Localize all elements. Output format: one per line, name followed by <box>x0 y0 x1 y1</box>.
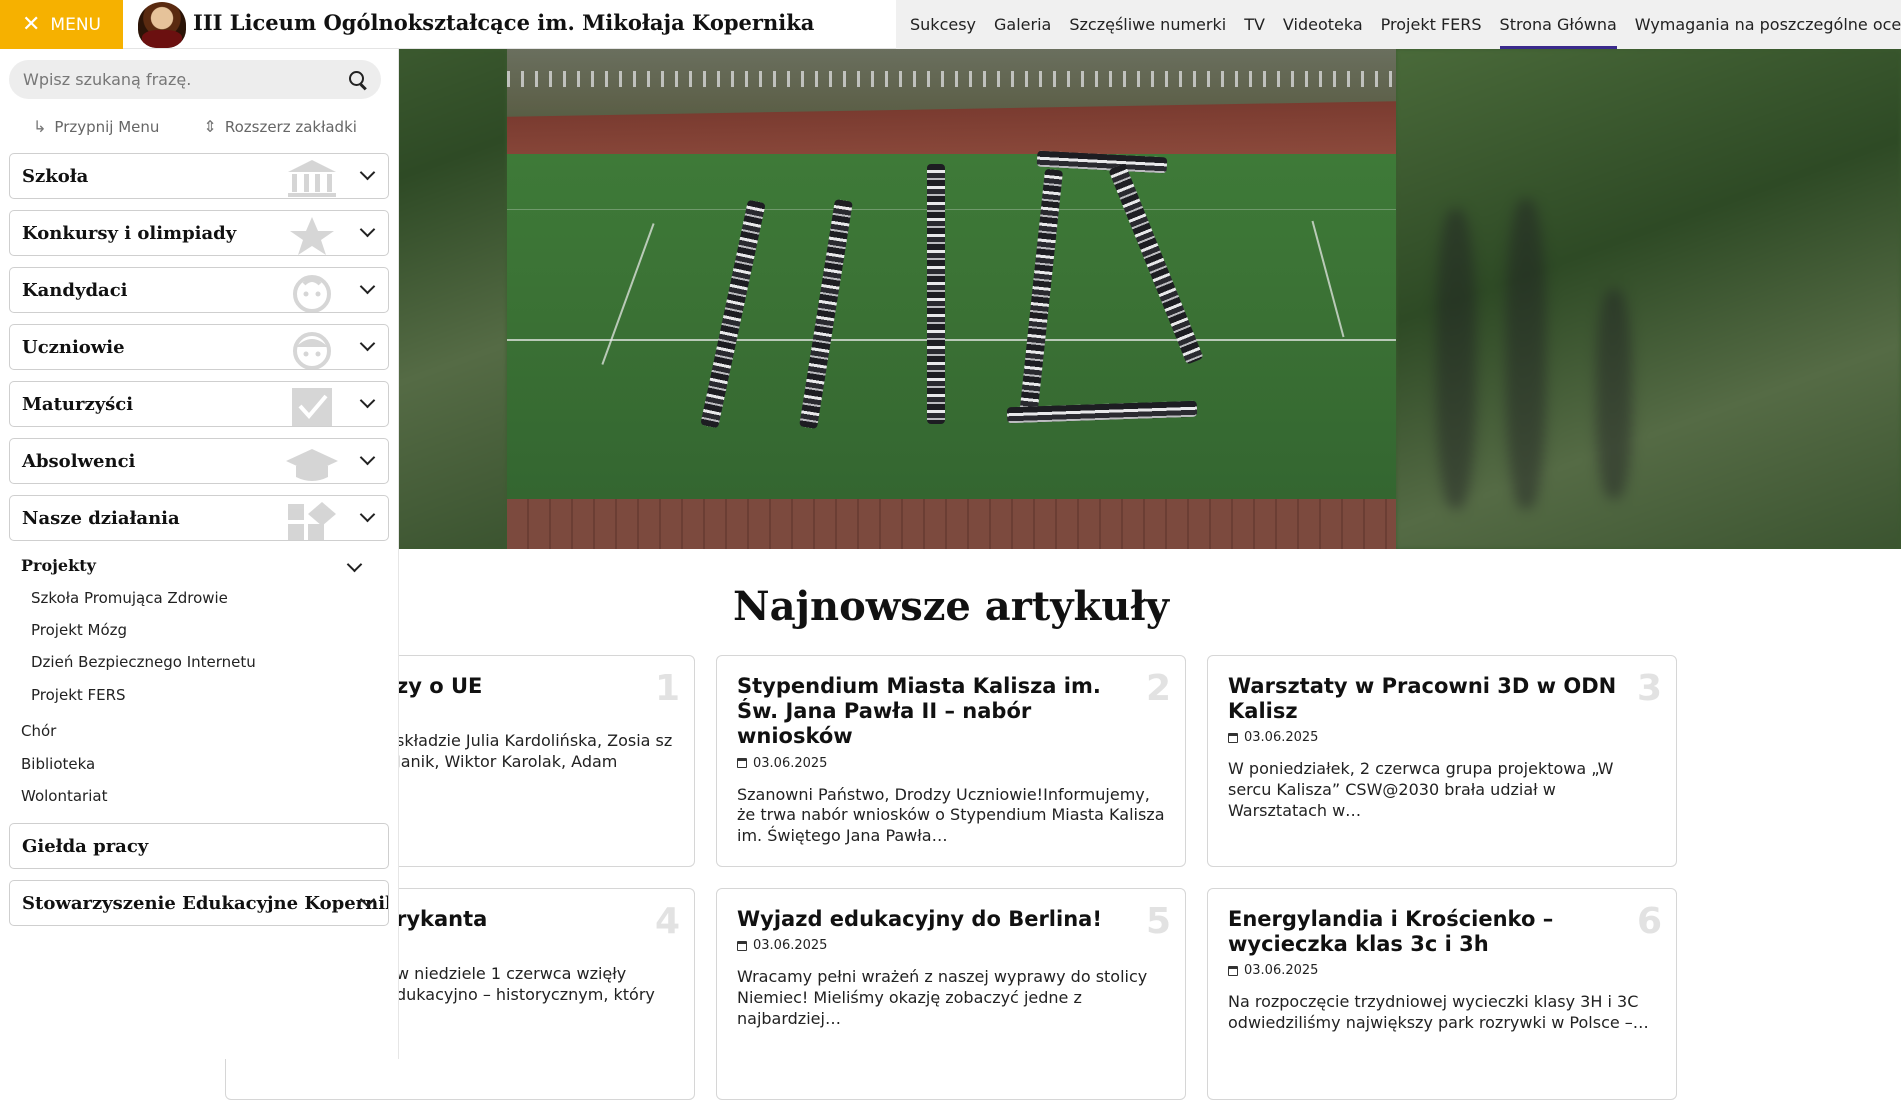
graduation-cap-icon <box>286 449 338 481</box>
article-card[interactable]: 3 Warsztaty w Pracowni 3D w ODN Kalisz 0… <box>1207 655 1677 867</box>
submenu-item[interactable]: Dzień Bezpiecznego Internetu <box>31 653 256 671</box>
nav-link-sukcesy[interactable]: Sukcesy <box>910 0 976 49</box>
hero-photo <box>507 49 1396 549</box>
article-date: 03.06.2025 <box>737 756 1165 771</box>
chevron-down-icon <box>347 559 361 573</box>
expand-tabs-button[interactable]: ⇕ Rozszerz zakładki <box>203 117 357 136</box>
article-number: 3 <box>1636 668 1662 709</box>
calendar-icon <box>1228 965 1238 976</box>
menu-toggle-button[interactable]: ✕ MENU <box>0 0 123 49</box>
hero-blur-right <box>1396 49 1901 549</box>
school-name[interactable]: III Liceum Ogólnokształcące im. Mikołaja… <box>193 10 814 35</box>
menu-link-wolontariat[interactable]: Wolontariat <box>21 787 107 805</box>
menu-link-chor[interactable]: Chór <box>21 722 56 740</box>
close-icon: ✕ <box>21 11 41 37</box>
child-face-icon <box>293 275 331 312</box>
chevron-down-icon <box>360 395 374 409</box>
side-menu: ↳Przypnij Menu ⇕Rozszerz zakładki Szkoła… <box>0 49 399 1059</box>
article-excerpt: Wracamy pełni wrażeń z naszej wyprawy do… <box>737 967 1148 1028</box>
menu-label: MENU <box>50 14 101 35</box>
search-bar <box>9 60 381 99</box>
menu-category-kandydaci[interactable]: Kandydaci <box>9 267 389 313</box>
chevron-down-icon <box>360 509 374 523</box>
nav-link-strona-glowna[interactable]: Strona Główna <box>1499 0 1618 49</box>
article-number: 5 <box>1145 901 1171 942</box>
checkbox-icon <box>292 388 332 426</box>
menu-category-absolwenci[interactable]: Absolwenci <box>9 438 389 484</box>
calendar-icon <box>737 940 747 951</box>
article-date: 03.06.2025 <box>1228 963 1656 978</box>
menu-category-szkola[interactable]: Szkoła <box>9 153 389 199</box>
menu-category-maturzysci[interactable]: Maturzyści <box>9 381 389 427</box>
chevron-down-icon <box>360 224 374 238</box>
chevron-down-icon <box>360 167 374 181</box>
article-card[interactable]: 2 Stypendium Miasta Kalisza im. Św. Jana… <box>716 655 1186 867</box>
school-logo[interactable] <box>138 2 186 48</box>
submenu-item[interactable]: Szkoła Promująca Zdrowie <box>31 589 228 607</box>
chevron-down-icon <box>360 338 374 352</box>
article-title[interactable]: Warsztaty w Pracowni 3D w ODN Kalisz <box>1228 674 1656 724</box>
submenu-heading-projekty[interactable]: Projekty <box>21 556 369 575</box>
menu-category-gielda-pracy[interactable]: Giełda pracy <box>9 823 389 869</box>
pin-menu-button[interactable]: ↳ Przypnij Menu <box>33 117 159 136</box>
menu-category-nasze-dzialania[interactable]: Nasze działania <box>9 495 389 541</box>
article-card[interactable]: 5 Wyjazd edukacyjny do Berlina! 03.06.20… <box>716 888 1186 1100</box>
article-number: 1 <box>654 668 680 709</box>
section-title: Najnowsze artykuły <box>733 583 1169 630</box>
pin-arrow-icon: ↳ <box>33 117 47 136</box>
article-title[interactable]: Energylandia i Krościenko – wycieczka kl… <box>1228 907 1656 957</box>
top-bar: ✕ MENU III Liceum Ogólnokształcące im. M… <box>0 0 1901 49</box>
student-face-icon <box>293 332 331 369</box>
nav-link-tv[interactable]: TV <box>1244 0 1265 49</box>
building-icon <box>288 160 336 197</box>
article-date: 03.06.2025 <box>737 938 1165 953</box>
article-number: 2 <box>1145 668 1171 709</box>
chevron-down-icon <box>360 281 374 295</box>
menu-link-biblioteka[interactable]: Biblioteka <box>21 755 95 773</box>
submenu-item[interactable]: Projekt FERS <box>31 686 126 704</box>
search-icon[interactable] <box>349 70 367 89</box>
article-excerpt: W poniedziałek, 2 czerwca grupa projekto… <box>1228 759 1614 820</box>
article-card[interactable]: 6 Energylandia i Krościenko – wycieczka … <box>1207 888 1677 1100</box>
expand-icon: ⇕ <box>203 117 217 136</box>
nav-link-wymagania[interactable]: Wymagania na poszczególne oceny <box>1635 0 1901 49</box>
article-date: 03.06.2025 <box>1228 730 1656 745</box>
menu-category-stowarzyszenie[interactable]: Stowarzyszenie Edukacyjne Kopernik <box>9 880 389 926</box>
chevron-down-icon <box>360 452 374 466</box>
menu-category-uczniowie[interactable]: Uczniowie <box>9 324 389 370</box>
chevron-down-icon <box>360 894 374 908</box>
nav-link-szczesliwe-numerki[interactable]: Szczęśliwe numerki <box>1069 0 1226 49</box>
star-icon <box>290 217 334 255</box>
article-number: 4 <box>654 901 680 942</box>
nav-link-projekt-fers[interactable]: Projekt FERS <box>1381 0 1482 49</box>
menu-category-konkursy[interactable]: Konkursy i olimpiady <box>9 210 389 256</box>
calendar-icon <box>1228 732 1238 743</box>
shapes-icon <box>288 502 336 540</box>
article-title[interactable]: Wyjazd edukacyjny do Berlina! <box>737 907 1165 932</box>
nav-link-videoteka[interactable]: Videoteka <box>1283 0 1363 49</box>
top-navigation: Sukcesy Galeria Szczęśliwe numerki TV Vi… <box>896 0 1901 49</box>
search-input[interactable] <box>23 70 349 89</box>
calendar-icon <box>737 758 747 769</box>
article-title[interactable]: Stypendium Miasta Kalisza im. Św. Jana P… <box>737 674 1165 750</box>
article-excerpt: Szanowni Państwo, Drodzy Uczniowie!Infor… <box>737 784 1165 846</box>
article-number: 6 <box>1636 901 1662 942</box>
article-excerpt: Na rozpoczęcie trzydniowej wycieczki kla… <box>1228 992 1649 1033</box>
menu-tools: ↳ Przypnij Menu ⇕ Rozszerz zakładki <box>33 117 357 136</box>
submenu-item[interactable]: Projekt Mózg <box>31 621 127 639</box>
nav-link-galeria[interactable]: Galeria <box>994 0 1051 49</box>
